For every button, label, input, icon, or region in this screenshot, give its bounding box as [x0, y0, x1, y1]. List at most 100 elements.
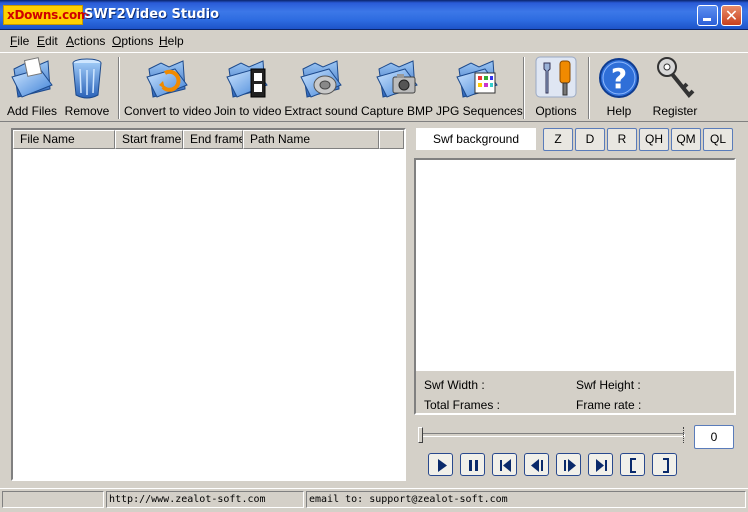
skip-to-end-icon [596, 459, 607, 472]
extract-sound-label: Extract sound [284, 104, 358, 118]
quality-medium-button[interactable]: QM [671, 128, 701, 151]
minimize-button[interactable] [697, 5, 718, 26]
extract-sound-button[interactable]: Extract sound [284, 53, 358, 121]
add-files-button[interactable]: Add Files [4, 53, 60, 121]
swf-preview-area[interactable] [416, 160, 734, 371]
toolbar-separator [523, 57, 525, 119]
convert-to-video-label: Convert to video [124, 104, 212, 118]
frame-slider-end-tick [683, 427, 684, 443]
column-end-frame[interactable]: End frame [183, 130, 243, 149]
step-back-icon [531, 459, 543, 472]
convert-folder-icon [146, 60, 188, 98]
step-back-button[interactable] [524, 453, 549, 476]
first-frame-button[interactable] [492, 453, 517, 476]
skip-to-start-icon [500, 459, 511, 472]
menu-bar: File Edit Actions Options Help [0, 31, 748, 51]
toolbar: Add Files Remove Convert to video Join t… [0, 52, 748, 122]
swf-background-button[interactable]: Swf background [416, 128, 536, 150]
image-grid-folder-icon [456, 60, 498, 98]
window-title: SWF2Video Studio [84, 7, 220, 22]
menu-actions[interactable]: Actions [66, 34, 105, 48]
menu-edit-accel: E [37, 34, 46, 48]
frame-rate-label: Frame rate : [576, 398, 642, 412]
menu-actions-accel: A [66, 34, 75, 48]
register-button[interactable]: Register [648, 53, 702, 121]
help-question-icon: ? [599, 58, 639, 98]
menu-help-label: elp [167, 34, 184, 48]
mark-in-button[interactable] [620, 453, 645, 476]
frame-slider-thumb[interactable] [418, 427, 423, 443]
zoom-r-button[interactable]: R [607, 128, 637, 151]
toolbar-separator [118, 57, 120, 119]
trash-bin-icon [72, 58, 102, 99]
capture-bmp-label: Capture BMP [360, 104, 434, 118]
zoom-d-button[interactable]: D [575, 128, 605, 151]
tools-icon [535, 56, 577, 98]
remove-label: Remove [64, 104, 110, 118]
help-button[interactable]: ? Help [594, 53, 644, 121]
menu-options[interactable]: Options [112, 34, 153, 48]
menu-options-label: ptions [121, 34, 154, 48]
svg-text:?: ? [611, 62, 627, 95]
quality-high-button[interactable]: QH [639, 128, 669, 151]
status-email[interactable]: email to: support@zealot-soft.com [306, 491, 746, 508]
key-icon [657, 57, 695, 98]
speaker-folder-icon [300, 60, 342, 98]
remove-button[interactable]: Remove [62, 53, 112, 121]
column-start-frame[interactable]: Start frame [115, 130, 183, 149]
frame-slider-track[interactable] [420, 433, 685, 437]
status-cell-info [2, 491, 104, 508]
file-list-header: File Name Start frame End frame Path Nam… [13, 130, 404, 149]
step-forward-button[interactable] [556, 453, 581, 476]
last-frame-button[interactable] [588, 453, 613, 476]
toolbar-separator [588, 57, 590, 119]
column-file-name[interactable]: File Name [13, 130, 115, 149]
menu-file-label: ile [17, 34, 30, 48]
add-files-label: Add Files [6, 104, 58, 118]
help-label: Help [606, 104, 632, 118]
total-frames-label: Total Frames : [424, 398, 501, 412]
join-to-video-label: Join to video [214, 104, 282, 118]
title-bar[interactable]: xDowns.com SWF2Video Studio ✕ [0, 0, 748, 30]
options-label: Options [535, 104, 577, 118]
xdowns-logo: xDowns.com [3, 5, 89, 25]
bracket-left-icon [630, 458, 636, 473]
menu-help-accel: H [159, 34, 168, 48]
status-bar: http://www.zealot-soft.com email to: sup… [0, 488, 748, 512]
close-icon: ✕ [724, 6, 739, 25]
capture-bmp-button[interactable]: Capture BMP [360, 53, 434, 121]
swf-height-label: Swf Height : [576, 378, 641, 392]
convert-to-video-button[interactable]: Convert to video [124, 53, 212, 121]
close-button[interactable]: ✕ [721, 5, 742, 26]
folder-open-icon [11, 57, 53, 98]
join-to-video-button[interactable]: Join to video [214, 53, 282, 121]
pause-button[interactable] [460, 453, 485, 476]
bracket-right-icon [663, 458, 669, 473]
swf-width-label: Swf Width : [424, 378, 485, 392]
camera-folder-icon [376, 60, 418, 98]
jpg-sequences-button[interactable]: JPG Sequences [436, 53, 523, 121]
menu-options-accel: O [112, 34, 122, 48]
options-button[interactable]: Options [528, 53, 584, 121]
play-button[interactable] [428, 453, 453, 476]
quality-low-button[interactable]: QL [703, 128, 733, 151]
film-folder-icon [226, 60, 268, 98]
frame-counter[interactable]: 0 [694, 425, 734, 449]
menu-help[interactable]: Help [159, 34, 184, 48]
status-website[interactable]: http://www.zealot-soft.com [106, 491, 304, 508]
register-label: Register [652, 104, 698, 118]
preview-panel: Swf Width : Swf Height : Total Frames : … [414, 158, 736, 415]
menu-edit[interactable]: Edit [37, 34, 58, 48]
menu-actions-label: ctions [74, 34, 106, 48]
step-forward-icon [564, 459, 576, 472]
minimize-icon [703, 18, 711, 21]
mark-out-button[interactable] [652, 453, 677, 476]
jpg-sequences-label: JPG Sequences [436, 104, 523, 118]
menu-file[interactable]: File [10, 34, 29, 48]
file-list[interactable]: File Name Start frame End frame Path Nam… [11, 128, 406, 481]
column-path-name[interactable]: Path Name [243, 130, 379, 149]
play-icon [438, 459, 447, 472]
zoom-z-button[interactable]: Z [543, 128, 573, 151]
menu-edit-label: dit [45, 34, 58, 48]
column-filler [379, 130, 404, 149]
